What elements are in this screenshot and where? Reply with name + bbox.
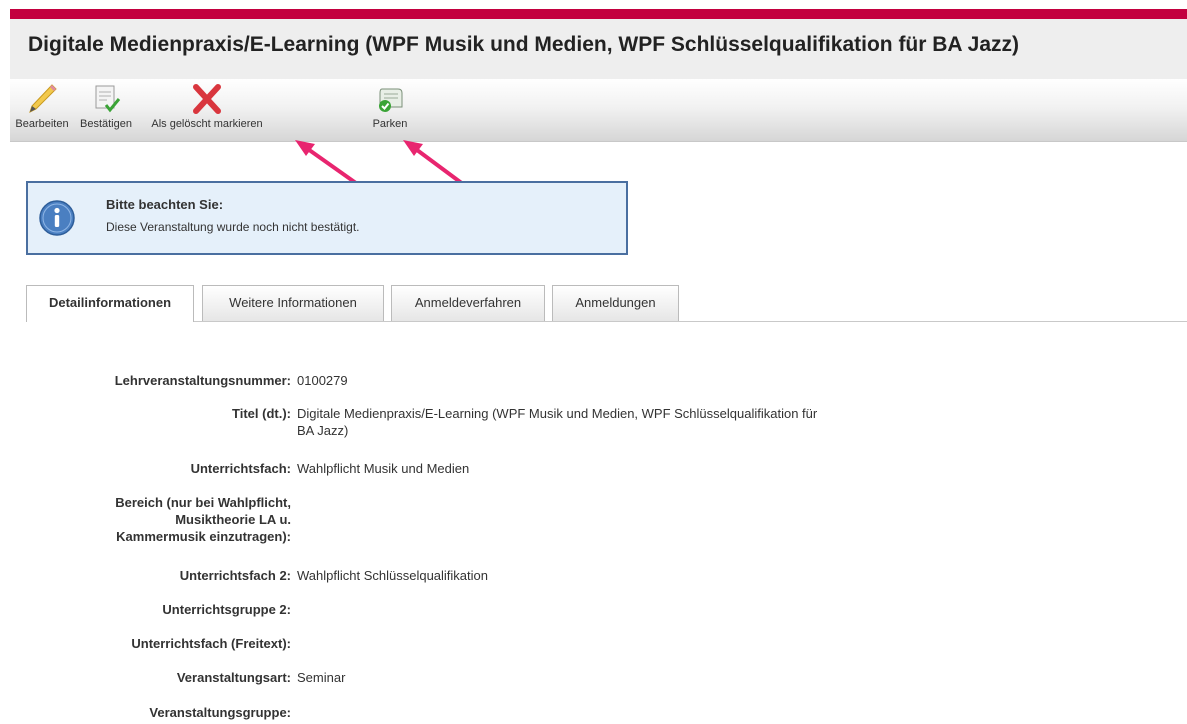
page-title: Digitale Medienpraxis/E-Learning (WPF Mu… (28, 33, 1020, 56)
edit-button-label: Bearbeiten (15, 118, 69, 130)
park-button[interactable]: Parken (364, 79, 416, 141)
field-label-line: Kammermusik einzutragen): (116, 529, 291, 544)
field-label-line: Bereich (nur bei Wahlpflicht, (115, 495, 291, 510)
park-button-label: Parken (372, 118, 408, 130)
field-label: Unterrichtsgruppe 2: (162, 602, 291, 617)
field-value-line: Digitale Medienpraxis/E-Learning (WPF Mu… (297, 406, 818, 421)
confirm-button[interactable]: Bestätigen (74, 79, 138, 141)
document-check-icon (95, 85, 121, 113)
field-label: Unterrichtsfach (Freitext): (131, 636, 291, 651)
field-label: Titel (dt.): (232, 406, 291, 421)
field-value-line: BA Jazz) (297, 423, 349, 438)
mark-deleted-button-label: Als gelöscht markieren (151, 118, 263, 130)
field-label: Bereich (nur bei Wahlpflicht, Musiktheor… (115, 494, 291, 545)
edit-button[interactable]: Bearbeiten (10, 79, 74, 141)
field-value: Seminar (297, 670, 346, 685)
field-label: Unterrichtsfach: (190, 461, 291, 476)
tab-anmeldungen[interactable]: Anmeldungen (552, 285, 679, 321)
field-value: 0100279 (297, 373, 348, 388)
notice-text: Diese Veranstaltung wurde noch nicht bes… (106, 220, 360, 234)
toolbar: Bearbeiten Bestätigen Als gelöscht marki… (10, 79, 1187, 142)
field-value: Wahlpflicht Musik und Medien (297, 461, 470, 476)
field-label: Veranstaltungsart: (176, 670, 291, 685)
tabs-baseline (26, 321, 1187, 322)
tab-detailinformationen[interactable]: Detailinformationen (26, 285, 194, 322)
field-value: Digitale Medienpraxis/E-Learning (WPF Mu… (297, 405, 817, 439)
confirm-button-label: Bestätigen (80, 118, 132, 130)
delete-x-icon (193, 84, 221, 114)
tab-anmeldeverfahren[interactable]: Anmeldeverfahren (391, 285, 545, 321)
tab-weitere-informationen[interactable]: Weitere Informationen (202, 285, 384, 321)
brand-strip (10, 9, 1187, 19)
field-label: Unterrichtsfach 2: (179, 568, 291, 583)
scroll-check-icon (379, 88, 403, 112)
field-label-line: Musiktheorie LA u. (175, 512, 291, 527)
title-bar: Digitale Medienpraxis/E-Learning (WPF Mu… (10, 19, 1187, 79)
field-label: Lehrveranstaltungsnummer: (114, 373, 291, 388)
notice-title: Bitte beachten Sie: (106, 197, 224, 212)
mark-deleted-button[interactable]: Als gelöscht markieren (140, 79, 274, 141)
info-icon (39, 200, 75, 236)
pencil-icon (29, 84, 57, 113)
field-label: Veranstaltungsgruppe: (149, 705, 291, 720)
field-value: Wahlpflicht Schlüsselqualifikation (297, 568, 489, 583)
notice-box: Bitte beachten Sie: Diese Veranstaltung … (26, 181, 628, 255)
